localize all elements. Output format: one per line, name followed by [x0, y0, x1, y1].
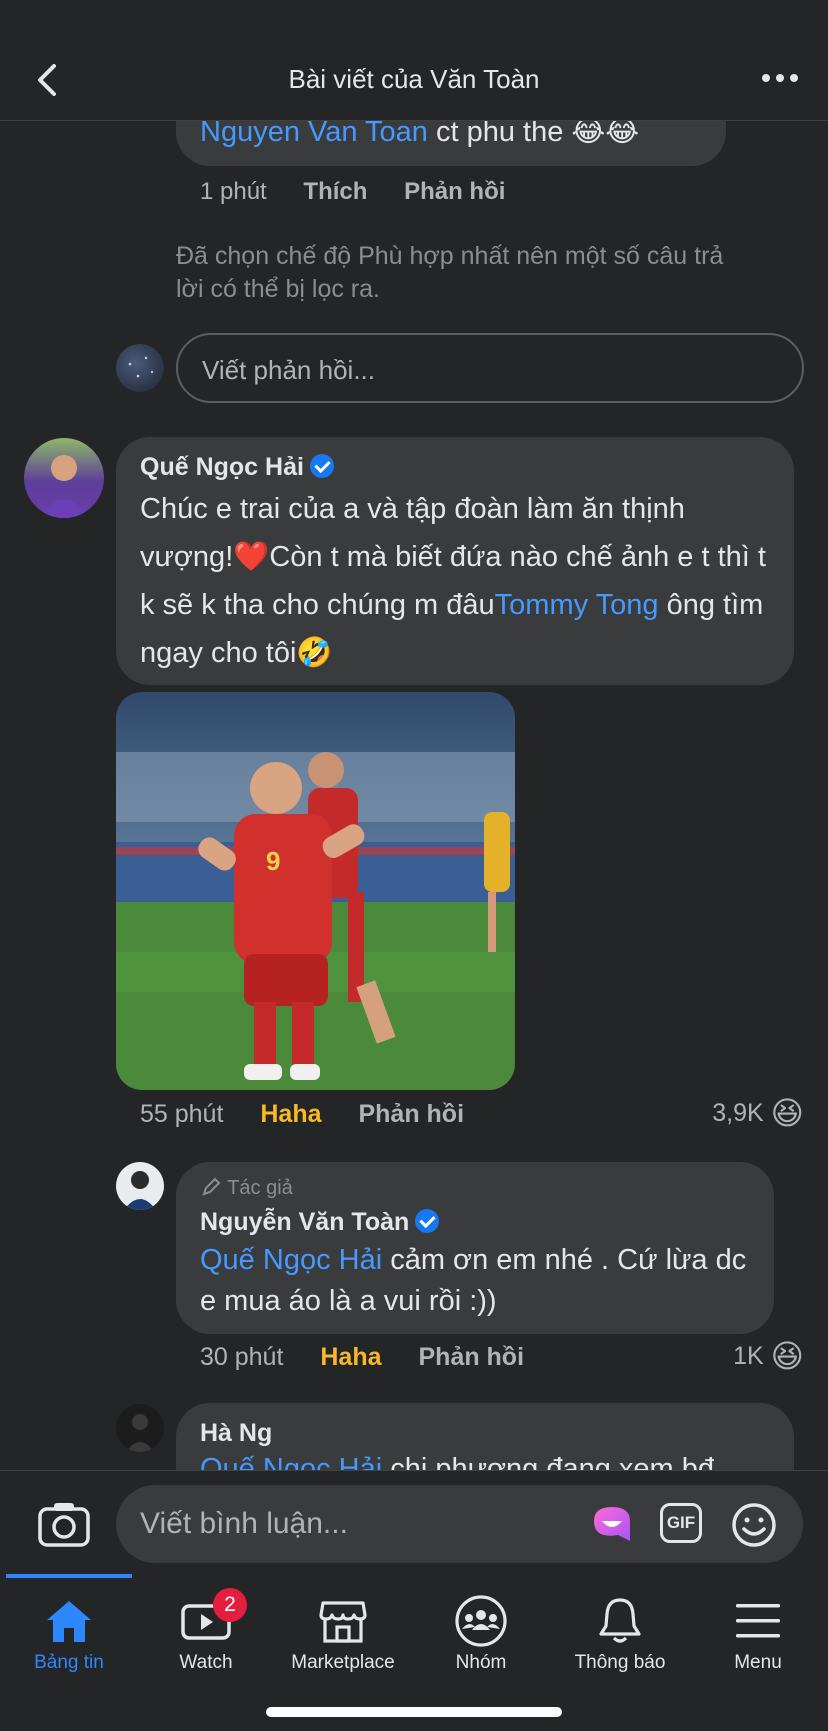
mention-link[interactable]: Tommy Tong — [495, 589, 659, 621]
haha-emoji-icon: 😆 — [770, 1095, 804, 1131]
tab-groups[interactable]: Nhóm — [412, 1590, 550, 1674]
filter-notice: Đã chọn chế độ Phù hợp nhất nên một số c… — [176, 242, 724, 303]
reaction-count: 1K — [733, 1342, 764, 1370]
tab-watch[interactable]: 2 Watch — [137, 1588, 275, 1674]
author-name[interactable]: Quế Ngọc Hải — [140, 453, 304, 481]
bell-icon — [599, 1598, 641, 1643]
comment-text: Quế Ngọc Hải cảm ơn em nhé . Cứ lừa dc e… — [200, 1240, 760, 1322]
author-name-wrap: Quế Ngọc Hải — [140, 453, 334, 482]
commenter-avatar[interactable] — [116, 1404, 164, 1452]
menu-icon — [736, 1604, 780, 1638]
author-name[interactable]: Hà Ng — [200, 1419, 272, 1448]
tab-label: Menu — [734, 1652, 782, 1673]
tab-label: Marketplace — [291, 1652, 395, 1673]
comment-meta: 55 phút Haha Phản hồi 3,9K 😆 — [140, 1095, 804, 1131]
reaction-summary[interactable]: 3,9K 😆 — [712, 1094, 804, 1132]
reaction-button[interactable]: Haha — [320, 1343, 381, 1371]
tab-news-feed[interactable]: Bảng tin — [0, 1590, 138, 1674]
verified-badge-icon — [415, 1209, 440, 1233]
reply-button[interactable]: Phản hồi — [358, 1100, 464, 1128]
active-tab-indicator — [6, 1574, 132, 1578]
svg-text:9: 9 — [266, 846, 280, 876]
reaction-button[interactable]: Haha — [260, 1100, 321, 1128]
tab-label: Watch — [179, 1652, 233, 1673]
pen-icon — [202, 1177, 221, 1196]
timestamp: 1 phút — [200, 178, 267, 205]
tab-menu[interactable]: Menu — [689, 1590, 827, 1674]
tab-marketplace[interactable]: Marketplace — [274, 1590, 412, 1674]
reply-input-placeholder: Viết phản hồi... — [202, 355, 375, 385]
reply-button[interactable]: Phản hồi — [418, 1343, 524, 1371]
comment-meta: 30 phút Haha Phản hồi 1K 😆 — [200, 1338, 804, 1374]
gif-button[interactable]: GIF — [660, 1503, 706, 1547]
timestamp: 55 phút — [140, 1100, 224, 1128]
tab-label: Bảng tin — [34, 1652, 104, 1673]
haha-emoji-icon: 😆 — [770, 1338, 804, 1374]
person-avatar-icon — [126, 1414, 154, 1452]
notification-badge: 2 — [213, 1588, 247, 1622]
commenter-avatar[interactable] — [116, 1162, 164, 1210]
current-user-avatar-icon — [128, 356, 154, 378]
author-name-wrap: Nguyễn Văn Toàn — [200, 1208, 440, 1237]
camera-icon — [38, 1503, 90, 1547]
author-badge: Tác giả — [200, 1176, 293, 1200]
avatar — [116, 344, 164, 392]
avatar-sticker-button[interactable] — [588, 1501, 636, 1549]
comment-photo[interactable]: 9 — [116, 692, 515, 1090]
commenter-avatar[interactable] — [24, 438, 104, 518]
comment-input-placeholder: Viết bình luận... — [140, 1507, 348, 1540]
tab-notifications[interactable]: Thông báo — [551, 1590, 689, 1674]
gif-icon: GIF — [660, 1503, 702, 1543]
smiley-icon — [732, 1503, 776, 1547]
emoji-button[interactable] — [730, 1501, 778, 1549]
like-button[interactable]: Thích — [303, 178, 367, 205]
home-icon — [47, 1601, 91, 1642]
timestamp: 30 phút — [200, 1343, 284, 1371]
reaction-summary[interactable]: 1K 😆 — [733, 1337, 804, 1375]
reply-input[interactable]: Viết phản hồi... — [176, 333, 804, 403]
mention-link[interactable]: Quế Ngọc Hải — [200, 1244, 382, 1276]
app-header — [0, 0, 828, 121]
author-name[interactable]: Nguyễn Văn Toàn — [200, 1208, 409, 1236]
tab-label: Thông báo — [574, 1652, 666, 1673]
comment-bubble: Quế Ngọc Hải Chúc e trai của a và tập đo… — [116, 437, 794, 685]
reaction-count: 3,9K — [712, 1099, 764, 1127]
avatar-sticker-icon — [594, 1507, 630, 1541]
more-options-button[interactable] — [758, 62, 802, 94]
groups-icon — [455, 1595, 507, 1647]
comment-text: Chúc e trai của a và tập đoàn làm ăn thị… — [140, 485, 780, 677]
comment-bubble: Tác giả Nguyễn Văn Toàn Quế Ngọc Hải cảm… — [176, 1162, 774, 1334]
more-icon — [762, 74, 798, 82]
person-avatar-icon — [38, 455, 90, 518]
tab-label: Nhóm — [455, 1652, 507, 1673]
reply-button[interactable]: Phản hồi — [404, 178, 505, 205]
football-player-image: 9 — [116, 692, 515, 1090]
person-avatar-icon — [124, 1171, 156, 1210]
verified-badge-icon — [309, 454, 334, 478]
prev-reply-meta: 1 phút Thích Phản hồi — [200, 178, 505, 206]
camera-button[interactable] — [36, 1497, 92, 1551]
home-indicator — [266, 1707, 562, 1717]
author-badge-label: Tác giả — [227, 1177, 293, 1199]
page-title: Bài viết của Văn Toàn — [288, 64, 540, 94]
comment-input[interactable]: Viết bình luận... GIF — [116, 1485, 803, 1563]
store-icon — [319, 1601, 367, 1643]
